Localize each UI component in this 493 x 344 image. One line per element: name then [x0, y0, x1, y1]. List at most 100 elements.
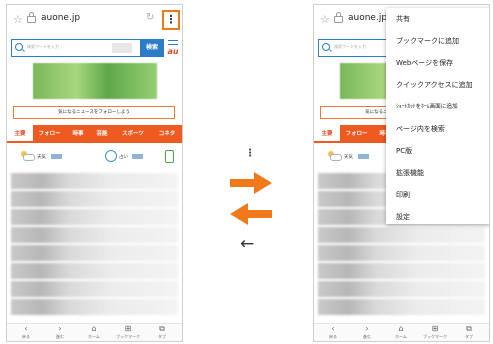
home-icon: ⌂: [398, 324, 404, 333]
browser-screenshot-before: ☆ auone.jp ↻ ⋮ 検索ワードを入力 検索 au 気になるニュースをフ…: [6, 4, 183, 342]
star-icon[interactable]: ☆: [13, 13, 23, 26]
au-brand: au: [167, 47, 179, 56]
nav-home-label: ホーム: [395, 334, 407, 339]
back-icon: ‹: [24, 324, 28, 333]
search-row: 検索ワードを入力 検索 au: [7, 37, 182, 59]
back-icon: ‹: [331, 324, 335, 333]
search-placeholder: 検索ワードを入力: [334, 44, 366, 49]
tab-koneta[interactable]: コネタ: [152, 125, 182, 143]
forward-icon: ›: [365, 324, 369, 333]
menu-item-share[interactable]: 共有: [386, 8, 489, 30]
list-item[interactable]: [11, 263, 178, 279]
menu-item-add-quick-access[interactable]: クイックアクセスに追加: [386, 74, 489, 96]
nav-forward[interactable]: › 進む: [352, 324, 382, 340]
nav-tabs[interactable]: ⧉ タブ: [147, 324, 177, 340]
list-item[interactable]: [11, 209, 178, 225]
nav-bookmarks[interactable]: ⊞ ブックマーク: [113, 324, 143, 340]
nav-back[interactable]: ‹ 戻る: [318, 324, 348, 340]
list-item[interactable]: [318, 227, 485, 243]
menu-item-extensions[interactable]: 拡張機能: [386, 162, 489, 184]
au-logo[interactable]: au: [166, 39, 180, 56]
nav-back-label: 戻る: [22, 334, 30, 339]
search-button[interactable]: 検索: [140, 39, 164, 57]
list-item[interactable]: [11, 281, 178, 297]
search-icon: [15, 43, 23, 51]
tab-main[interactable]: 主要: [314, 125, 340, 143]
list-item[interactable]: [11, 173, 178, 189]
nav-tabs-label: タブ: [158, 334, 166, 339]
tabs-icon: ⧉: [466, 324, 472, 333]
menu-item-print[interactable]: 印刷: [386, 184, 489, 206]
menu-item-find-in-page[interactable]: ページ内を検索: [386, 118, 489, 140]
list-item[interactable]: [11, 191, 178, 207]
info-row: 天気 占い: [7, 147, 182, 169]
bookmark-icon: ⊞: [431, 324, 439, 333]
lock-icon: [334, 12, 343, 23]
tab-sports[interactable]: スポーツ: [114, 125, 152, 143]
tab-main[interactable]: 主要: [7, 125, 33, 143]
fortune-label[interactable]: 占い: [119, 154, 128, 160]
nav-back-label: 戻る: [329, 334, 337, 339]
nav-bookmarks-label: ブックマーク: [423, 334, 447, 339]
nav-bookmarks-label: ブックマーク: [116, 334, 140, 339]
weather-tag: [358, 154, 369, 159]
nav-bookmarks[interactable]: ⊞ ブックマーク: [420, 324, 450, 340]
weather-label[interactable]: 天気: [37, 154, 46, 160]
list-item[interactable]: [318, 245, 485, 261]
address-bar: ☆ auone.jp ↻ ⋮: [7, 5, 182, 35]
menu-button[interactable]: ⋮: [162, 10, 180, 30]
list-item[interactable]: [318, 299, 485, 315]
bookmark-icon: ⊞: [124, 324, 132, 333]
tabs-icon: ⧉: [159, 324, 165, 333]
menu-item-settings[interactable]: 設定: [386, 206, 489, 224]
nav-home-label: ホーム: [88, 334, 100, 339]
menu-item-pc-version[interactable]: PC版: [386, 140, 489, 162]
ad-banner[interactable]: [33, 63, 157, 99]
nav-back[interactable]: ‹ 戻る: [11, 324, 41, 340]
arrow-left-icon: [230, 203, 272, 225]
nav-forward-label: 進む: [363, 334, 371, 339]
nav-tabs[interactable]: ⧉ タブ: [454, 324, 484, 340]
menu-icon: ⋮: [245, 148, 255, 159]
list-item[interactable]: [11, 227, 178, 243]
tab-entertainment[interactable]: 芸能: [90, 125, 114, 143]
tab-current-affairs[interactable]: 時事: [66, 125, 90, 143]
lock-icon: [27, 12, 36, 23]
nav-home[interactable]: ⌂ ホーム: [79, 324, 109, 340]
url-text[interactable]: auone.jp: [348, 13, 387, 23]
star-icon[interactable]: ☆: [320, 13, 330, 26]
nav-forward-label: 進む: [56, 334, 64, 339]
search-input[interactable]: 検索ワードを入力: [11, 39, 141, 57]
list-item[interactable]: [11, 299, 178, 315]
nav-home[interactable]: ⌂ ホーム: [386, 324, 416, 340]
browser-screenshot-after: ☆ auone.jp 検索ワードを入力 気になるニュースをフォローしよう 主要 …: [313, 4, 490, 342]
menu-item-add-bookmark[interactable]: ブックマークに追加: [386, 30, 489, 52]
back-arrow-icon: ←: [240, 234, 255, 254]
search-placeholder: 検索ワードを入力: [27, 44, 59, 49]
weather-label[interactable]: 天気: [344, 154, 353, 160]
list-item[interactable]: [318, 281, 485, 297]
list-item[interactable]: [318, 263, 485, 279]
train-icon[interactable]: [165, 150, 174, 163]
tab-follow[interactable]: フォロー: [33, 125, 66, 143]
menu-item-add-shortcut[interactable]: ｼｮｰﾄｶｯﾄをﾎｰﾑ画面に追加: [386, 96, 489, 118]
list-item[interactable]: [11, 245, 178, 261]
nav-forward[interactable]: › 進む: [45, 324, 75, 340]
url-text[interactable]: auone.jp: [41, 13, 80, 23]
weather-tag: [51, 154, 62, 159]
weather-icon[interactable]: [21, 151, 35, 161]
reload-icon[interactable]: ↻: [146, 12, 154, 23]
bottom-nav: ‹ 戻る › 進む ⌂ ホーム ⊞ ブックマーク ⧉ タブ: [314, 323, 489, 341]
news-tab-bar: 主要 フォロー 時事 芸能 スポーツ コネタ: [7, 125, 182, 143]
fortune-tag: [132, 154, 143, 159]
bottom-nav: ‹ 戻る › 進む ⌂ ホーム ⊞ ブックマーク ⧉ タブ: [7, 323, 182, 341]
weather-icon[interactable]: [328, 151, 342, 161]
nav-tabs-label: タブ: [465, 334, 473, 339]
follow-banner[interactable]: 気になるニュースをフォローしよう: [13, 106, 175, 119]
menu-item-save-page[interactable]: Webページを保存: [386, 52, 489, 74]
news-feed-blurred: [11, 173, 178, 315]
tab-follow[interactable]: フォロー: [340, 125, 373, 143]
hamburger-icon: [168, 40, 178, 45]
arrow-right-icon: [230, 172, 272, 194]
fortune-icon[interactable]: [105, 150, 117, 162]
